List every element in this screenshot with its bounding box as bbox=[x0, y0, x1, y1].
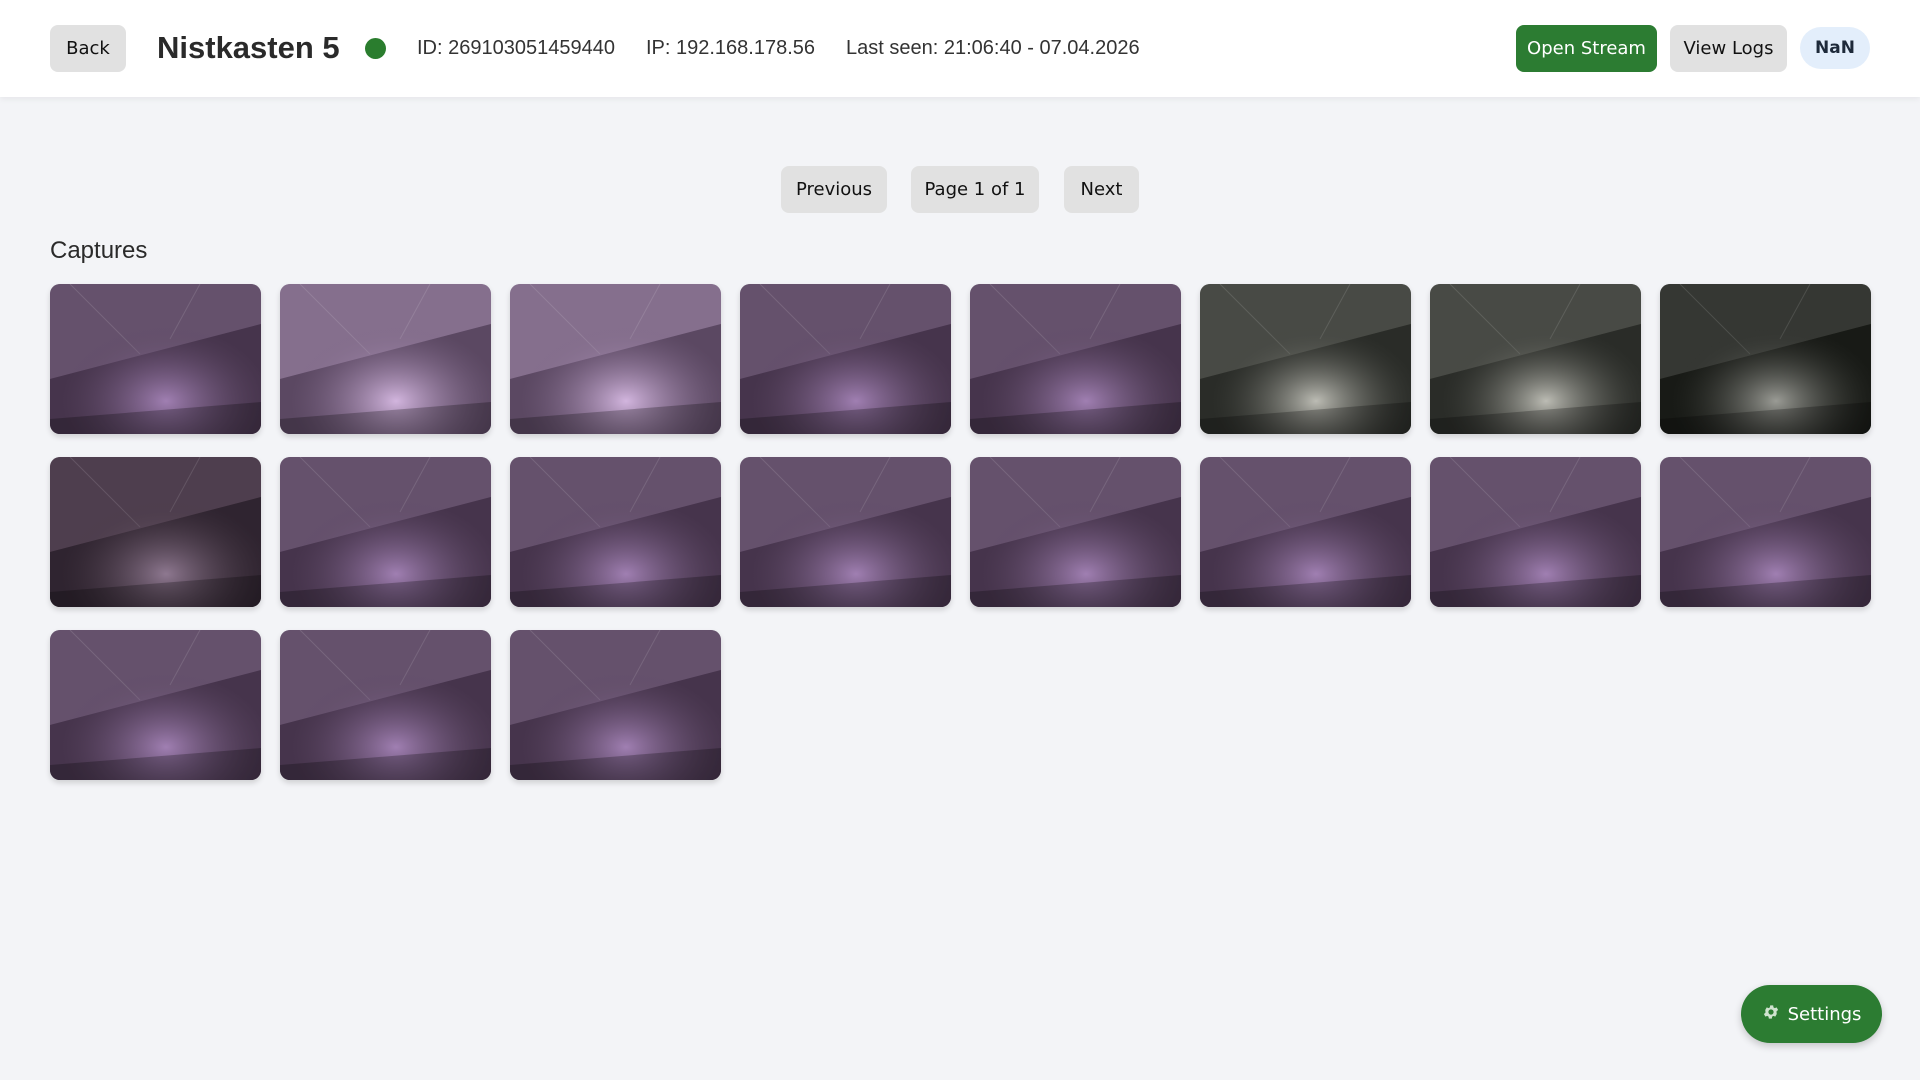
gear-icon bbox=[1762, 1003, 1780, 1026]
page-indicator: Page 1 of 1 bbox=[911, 166, 1039, 213]
capture-thumbnail[interactable] bbox=[280, 284, 491, 434]
open-stream-button[interactable]: Open Stream bbox=[1516, 25, 1657, 72]
capture-thumbnail[interactable] bbox=[50, 630, 261, 780]
capture-thumbnail[interactable] bbox=[50, 457, 261, 607]
capture-thumbnail[interactable] bbox=[1660, 284, 1871, 434]
capture-thumbnail[interactable] bbox=[1200, 457, 1411, 607]
status-badge: NaN bbox=[1800, 27, 1870, 69]
capture-thumbnail[interactable] bbox=[50, 284, 261, 434]
capture-thumbnail[interactable] bbox=[970, 284, 1181, 434]
capture-thumbnail[interactable] bbox=[1430, 457, 1641, 607]
view-logs-button[interactable]: View Logs bbox=[1670, 25, 1787, 72]
capture-thumbnail[interactable] bbox=[510, 630, 721, 780]
capture-thumbnail[interactable] bbox=[1660, 457, 1871, 607]
last-seen: Last seen: 21:06:40 - 07.04.2026 bbox=[846, 37, 1140, 59]
device-ip: IP: 192.168.178.56 bbox=[646, 37, 816, 59]
capture-thumbnail[interactable] bbox=[1430, 284, 1641, 434]
device-id: ID: 269103051459440 bbox=[417, 37, 615, 59]
capture-thumbnail[interactable] bbox=[970, 457, 1181, 607]
capture-thumbnail[interactable] bbox=[510, 457, 721, 607]
capture-thumbnail[interactable] bbox=[740, 457, 951, 607]
previous-page-button[interactable]: Previous bbox=[781, 166, 887, 213]
settings-label: Settings bbox=[1787, 1003, 1862, 1025]
capture-thumbnail[interactable] bbox=[1200, 284, 1411, 434]
next-page-button[interactable]: Next bbox=[1064, 166, 1139, 213]
capture-thumbnail[interactable] bbox=[740, 284, 951, 434]
settings-button[interactable]: Settings bbox=[1741, 985, 1882, 1043]
back-button[interactable]: Back bbox=[50, 25, 126, 72]
online-status-dot bbox=[365, 38, 386, 59]
capture-thumbnail[interactable] bbox=[280, 457, 491, 607]
capture-thumbnail[interactable] bbox=[280, 630, 491, 780]
capture-thumbnail[interactable] bbox=[510, 284, 721, 434]
top-bar: Back Nistkasten 5 ID: 269103051459440 IP… bbox=[0, 0, 1920, 97]
device-title: Nistkasten 5 bbox=[157, 30, 340, 65]
captures-heading: Captures bbox=[50, 237, 148, 264]
